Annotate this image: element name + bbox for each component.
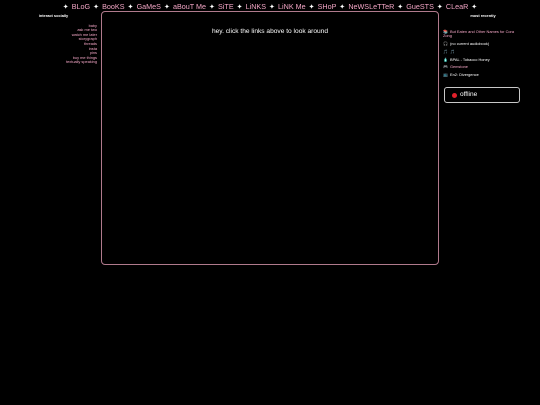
recent-book: 📚 But Eaten and Other Names for Cora xyxy=(443,29,523,35)
recent-music: 🎵 🎵 xyxy=(443,48,523,55)
nav-separator: ✦ xyxy=(93,2,100,11)
game-controller-icon: 🎮 xyxy=(443,64,448,70)
nav-separator: ✦ xyxy=(339,2,346,11)
nav-separator: ✦ xyxy=(436,2,443,11)
nav-link-link-me[interactable]: LiNK Me xyxy=(278,2,306,11)
audiobook-text: (no current audiobook) xyxy=(449,41,490,47)
recent-sidebar: most recently 📚 But Eaten and Other Names… xyxy=(443,13,523,81)
status-indicator: offline xyxy=(444,87,520,103)
game-link[interactable]: Gemstone xyxy=(450,64,468,69)
nav-separator: ✦ xyxy=(308,2,315,11)
nav-link-about-me[interactable]: aBouT Me xyxy=(173,2,206,11)
show-text: En2: Divergence xyxy=(449,71,479,77)
nav-link-newsletter[interactable]: NeWSLeTTeR xyxy=(348,2,394,11)
nav-separator: ✦ xyxy=(209,2,216,11)
nav-link-shop[interactable]: SHoP xyxy=(318,2,337,11)
welcome-message: hey. click the links above to look aroun… xyxy=(211,28,329,35)
tv-icon: 📺 xyxy=(443,71,448,77)
status-label: offline xyxy=(460,91,478,98)
social-heading: interact socially xyxy=(38,13,69,18)
recent-game: 🎮 Gemstone xyxy=(443,64,523,70)
nav-link-clear[interactable]: CLeaR xyxy=(446,2,468,11)
nav-link-blog[interactable]: BLoG xyxy=(72,2,90,11)
recent-scent: 🧴 BPAL - Tobacco Honey xyxy=(443,56,523,63)
nav-separator: ✦ xyxy=(127,2,134,11)
nav-separator: ✦ xyxy=(163,2,170,11)
recent-show: 📺 En2: Divergence xyxy=(443,71,523,78)
main-content-panel: hey. click the links above to look aroun… xyxy=(101,11,439,265)
recent-audiobook: 🎧 (no current audiobook) xyxy=(443,41,523,47)
nav-link-games[interactable]: GaMeS xyxy=(137,2,161,11)
nav-link-books[interactable]: BooKS xyxy=(102,2,124,11)
recent-heading: most recently xyxy=(470,13,496,18)
nav-separator: ✦ xyxy=(236,2,243,11)
status-dot-icon xyxy=(452,93,457,98)
scent-text: BPAL - Tobacco Honey xyxy=(449,56,490,62)
nav-separator: ✦ xyxy=(269,2,276,11)
social-link-textually-speaking[interactable]: textually speaking xyxy=(10,60,97,65)
nav-link-links[interactable]: LiNKS xyxy=(246,2,266,11)
top-navigation: ✦ BLoG ✦ BooKS ✦ GaMeS ✦ aBouT Me ✦ SiTE… xyxy=(0,2,540,11)
nav-link-guests[interactable]: GueSTS xyxy=(406,2,434,11)
music-text: 🎵 xyxy=(449,48,455,54)
nav-separator: ✦ xyxy=(471,2,478,11)
nav-separator: ✦ xyxy=(397,2,404,11)
nav-link-site[interactable]: SiTE xyxy=(218,2,234,11)
music-note-icon: 🎵 xyxy=(443,48,448,54)
bottle-icon: 🧴 xyxy=(443,56,448,62)
recent-book-link[interactable]: But Eaten and Other Names for Cora xyxy=(450,29,514,34)
social-sidebar: interact socially baby ask me two watch … xyxy=(10,13,97,65)
nav-separator: ✦ xyxy=(62,2,69,11)
recent-book-line2[interactable]: Zong xyxy=(443,34,523,39)
headphones-icon: 🎧 xyxy=(443,41,448,47)
